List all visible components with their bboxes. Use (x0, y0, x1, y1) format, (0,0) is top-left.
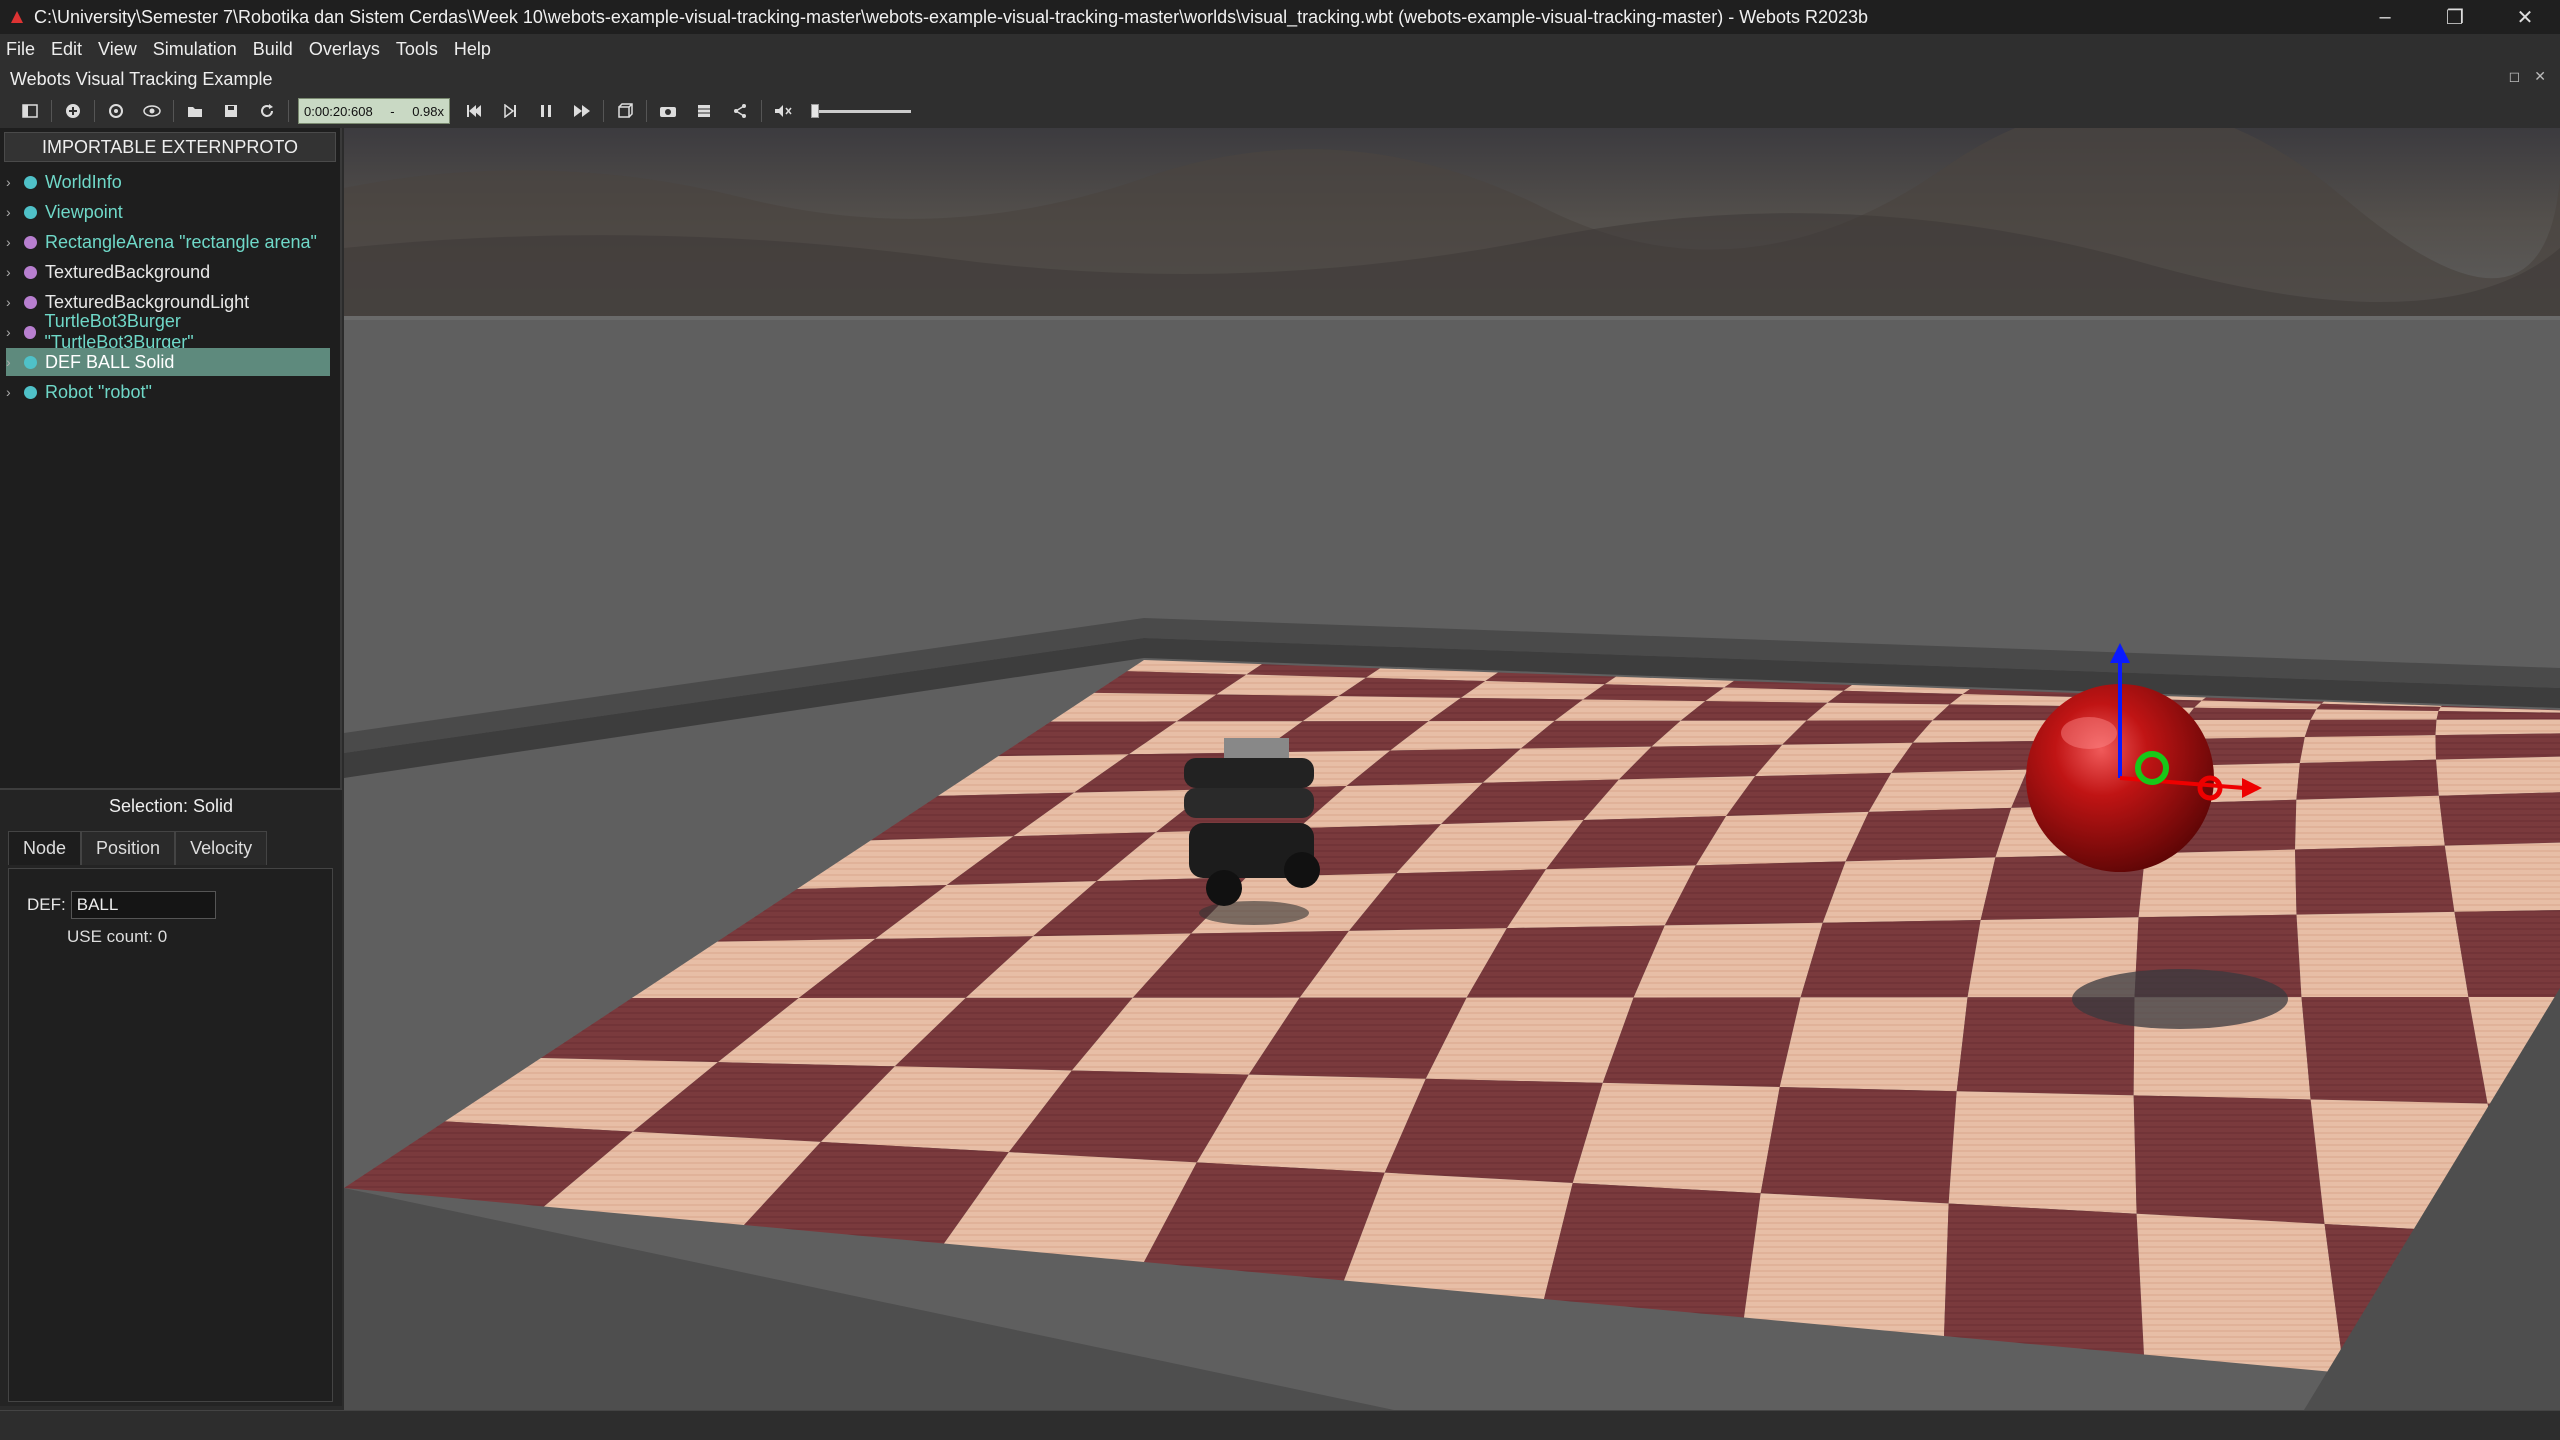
scene-tree-item[interactable]: › Robot "robot" (6, 378, 330, 406)
world-title: Webots Visual Tracking Example (0, 64, 2560, 94)
pause-icon[interactable] (528, 97, 564, 125)
node-type-icon (24, 205, 37, 219)
tab-velocity[interactable]: Velocity (175, 831, 268, 865)
node-tab-content: DEF: BALL USE count: 0 (8, 868, 333, 1402)
scene-tree-item[interactable]: › WorldInfo (6, 168, 330, 196)
close-panel-icon[interactable]: ✕ (2534, 68, 2546, 85)
scene-tree-item-label: TurtleBot3Burger "TurtleBot3Burger" (44, 311, 194, 352)
status-bar (0, 1410, 2560, 1440)
toolbar: 0:00:20:608 - 0.98x (0, 94, 2560, 128)
simulation-speed: 0.98x (412, 103, 444, 119)
simulation-time-display: 0:00:20:608 - 0.98x (298, 98, 450, 124)
save-world-icon[interactable] (213, 97, 249, 125)
scene-tree-item-label: TexturedBackground (45, 261, 211, 282)
node-type-icon (23, 325, 37, 339)
reset-simulation-icon[interactable] (456, 97, 492, 125)
expand-arrow-icon[interactable]: › (6, 264, 24, 280)
scene-tree-panel: IMPORTABLE EXTERNPROTO › WorldInfo › Viewpo… (0, 128, 342, 788)
tab-node[interactable]: Node (8, 831, 82, 865)
node-type-icon (24, 235, 37, 249)
menu-tools[interactable]: Tools (396, 39, 438, 60)
expand-arrow-icon[interactable]: › (6, 234, 24, 250)
menu-build[interactable]: Build (253, 39, 293, 60)
menu-simulation[interactable]: Simulation (153, 39, 237, 60)
node-type-icon (24, 265, 37, 279)
tab-position[interactable]: Position (81, 831, 176, 865)
scene-tree-item[interactable]: › RectangleArena "rectangle arena" (6, 228, 330, 256)
follow-object-icon[interactable] (98, 97, 134, 125)
view-eye-icon[interactable] (134, 97, 170, 125)
menu-overlays[interactable]: Overlays (309, 39, 380, 60)
scene-tree-item[interactable]: › TurtleBot3Burger "TurtleBot3Burger" (6, 311, 330, 352)
def-name-field[interactable]: BALL (70, 891, 216, 919)
menu-bar: File Edit View Simulation Build Overlays… (0, 34, 2560, 64)
expand-arrow-icon[interactable]: › (6, 294, 24, 310)
menu-help[interactable]: Help (454, 39, 491, 60)
rendering-toggle-icon[interactable] (607, 97, 643, 125)
share-icon[interactable] (722, 97, 758, 125)
menu-file[interactable]: File (6, 39, 35, 60)
movie-record-icon[interactable] (686, 97, 722, 125)
time-separator: - (390, 103, 395, 119)
use-count: USE count: 0 (67, 927, 168, 946)
node-type-icon (24, 355, 37, 369)
scene-tree-item-label: WorldInfo (45, 171, 122, 192)
mute-icon[interactable] (765, 97, 801, 125)
scene-tree-item-label: TexturedBackgroundLight (45, 291, 250, 312)
window-title: C:\University\Semester 7\Robotika dan Si… (34, 6, 1869, 27)
undock-icon[interactable]: ◻ (2509, 68, 2521, 85)
title-bar: C:\University\Semester 7\Robotika dan Si… (0, 0, 2560, 34)
fast-forward-icon[interactable] (564, 97, 600, 125)
menu-edit[interactable]: Edit (51, 39, 82, 60)
scene-tree-item[interactable]: › Viewpoint (6, 198, 330, 226)
expand-arrow-icon[interactable]: › (6, 204, 24, 220)
menu-view[interactable]: View (98, 39, 137, 60)
add-node-icon[interactable] (55, 97, 91, 125)
scene-tree-item[interactable]: › TexturedBackground (6, 258, 330, 286)
close-icon[interactable]: ✕ (2490, 0, 2560, 34)
selection-title: Selection: Solid (108, 796, 234, 816)
scene-tree-item-label: Robot "robot" (45, 381, 152, 402)
screenshot-icon[interactable] (650, 97, 686, 125)
3d-view[interactable] (344, 128, 2560, 1410)
importable-externproto-header[interactable]: IMPORTABLE EXTERNPROTO (4, 132, 336, 162)
expand-arrow-icon[interactable]: › (6, 324, 24, 340)
scene-tree-item[interactable]: › DEF BALL Solid (6, 348, 330, 376)
restore-icon[interactable]: ❐ (2420, 0, 2490, 34)
expand-arrow-icon[interactable]: › (6, 384, 24, 400)
expand-arrow-icon[interactable]: › (6, 174, 24, 190)
def-label: DEF: (27, 895, 66, 914)
ball-shadow (2072, 969, 2288, 1029)
scene-tree-item-label: Viewpoint (45, 201, 123, 222)
node-type-icon (24, 385, 37, 399)
field-editor-panel: Selection: Solid Node Position Velocity … (0, 788, 342, 1406)
scene-tree-item-label: RectangleArena "rectangle arena" (45, 231, 317, 252)
minimize-icon[interactable]: – (2350, 0, 2420, 34)
scene-tree-item-label: DEF BALL Solid (45, 351, 175, 372)
node-type-icon (24, 175, 37, 189)
reload-world-icon[interactable] (249, 97, 285, 125)
volume-slider-handle[interactable] (811, 104, 819, 118)
node-type-icon (24, 295, 37, 309)
step-icon[interactable] (492, 97, 528, 125)
simulation-time: 0:00:20:608 (304, 103, 373, 119)
expand-arrow-icon[interactable]: › (6, 354, 24, 370)
toggle-scene-tree-icon[interactable] (12, 97, 48, 125)
webots-logo-icon (6, 6, 28, 28)
volume-slider[interactable] (811, 101, 911, 121)
open-world-icon[interactable] (177, 97, 213, 125)
